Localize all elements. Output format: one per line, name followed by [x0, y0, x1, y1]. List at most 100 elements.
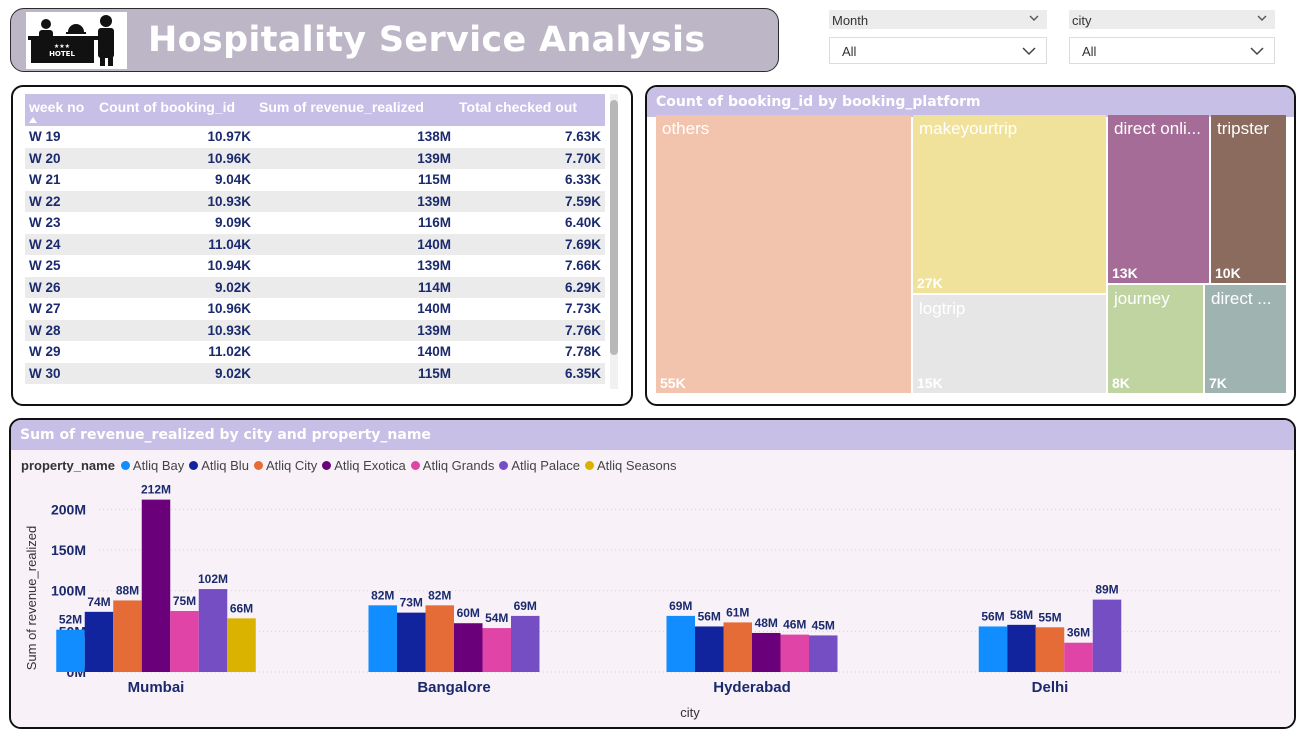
cell-checked-out: 7.76K: [564, 322, 601, 338]
cell-count: 10.94K: [207, 258, 251, 274]
bar: [482, 628, 511, 672]
data-label: 69M: [669, 599, 692, 613]
cell-week: W 27: [29, 301, 61, 317]
cell-week: W 28: [29, 322, 61, 338]
cell-week: W 26: [29, 279, 61, 295]
y-tick-label: 200M: [51, 501, 86, 517]
table-row[interactable]: W 22 10.93K 139M 7.59K: [25, 190, 605, 212]
data-label: 45M: [812, 618, 835, 632]
table-row[interactable]: W 30 9.02K 115M 6.35K: [25, 362, 605, 384]
month-slicer[interactable]: Month All: [829, 10, 1047, 64]
x-axis-label: city: [680, 705, 700, 720]
legend-label: Atliq Bay: [132, 458, 185, 473]
cell-week: W 24: [29, 236, 61, 252]
data-label: 69M: [514, 599, 537, 613]
cell-revenue: 116M: [417, 215, 451, 231]
legend-item[interactable]: Atliq Grands: [410, 458, 494, 473]
data-label: 48M: [755, 616, 778, 630]
chevron-down-icon: [1022, 47, 1036, 56]
legend-swatch: [253, 461, 263, 470]
legend-swatch: [584, 461, 594, 470]
treemap-tile-others[interactable]: others 55K: [656, 115, 911, 393]
city-slicer-label: city: [1072, 13, 1092, 28]
hotel-reception-icon: HOTEL ★★★: [28, 15, 114, 66]
treemap-tile-makeyourtrip[interactable]: makeyourtrip 27K: [913, 115, 1106, 293]
cell-count: 9.04K: [214, 172, 251, 188]
column-header-week-no[interactable]: week no: [25, 94, 95, 126]
cell-revenue: 139M: [417, 258, 451, 274]
table-scrollbar[interactable]: [610, 94, 618, 389]
month-slicer-header[interactable]: Month: [829, 10, 1047, 29]
treemap-tile-value: 27K: [917, 275, 943, 291]
bar: [695, 626, 724, 672]
treemap-tile-value: 15K: [917, 375, 943, 391]
cell-checked-out: 6.29K: [564, 279, 601, 295]
legend-swatch: [120, 461, 130, 470]
cell-revenue: 140M: [417, 344, 451, 360]
table-body: W 19 10.97K 138M 7.63K W 20 10.96K 139M 7.70K …: [25, 126, 605, 384]
table-row[interactable]: W 25 10.94K 139M 7.66K: [25, 255, 605, 277]
treemap-tile-direct-offline[interactable]: direct ... 7K: [1205, 285, 1286, 393]
column-header-checked-out[interactable]: Total checked out: [455, 94, 605, 126]
treemap-tile-value: 8K: [1112, 375, 1130, 391]
month-dropdown-value: All: [842, 44, 857, 59]
bar: [141, 499, 171, 672]
x-tick-label: Delhi: [1032, 679, 1069, 696]
bar: [1092, 599, 1122, 672]
legend-item[interactable]: Atliq Seasons: [584, 458, 676, 473]
table-row[interactable]: W 24 11.04K 140M 7.69K: [25, 233, 605, 255]
treemap-title: Count of booking_id by booking_platform: [647, 87, 1294, 117]
legend-swatch: [499, 461, 509, 470]
column-header-count[interactable]: Count of booking_id: [95, 94, 255, 126]
data-label: 73M: [400, 596, 423, 610]
cell-week: W 21: [29, 172, 61, 188]
bar: [1007, 624, 1036, 672]
table-row[interactable]: W 28 10.93K 139M 7.76K: [25, 319, 605, 341]
legend-label: Atliq Exotica: [334, 458, 406, 473]
x-tick-label: Hyderabad: [713, 679, 791, 696]
data-label: 56M: [981, 609, 1004, 623]
table-scrollbar-thumb[interactable]: [610, 100, 618, 355]
table-row[interactable]: W 29 11.02K 140M 7.78K: [25, 341, 605, 363]
bar: [511, 615, 540, 672]
treemap-tile-journey[interactable]: journey 8K: [1108, 285, 1203, 393]
treemap-tile-direct-online[interactable]: direct onli... 13K: [1108, 115, 1209, 283]
data-label: 55M: [1038, 610, 1061, 624]
treemap-tile-logtrip[interactable]: logtrip 15K: [913, 295, 1106, 393]
table-row[interactable]: W 27 10.96K 140M 7.73K: [25, 298, 605, 320]
table-row[interactable]: W 20 10.96K 139M 7.70K: [25, 147, 605, 169]
data-label: 66M: [230, 601, 253, 615]
x-tick-label: Bangalore: [417, 679, 490, 696]
column-header-revenue[interactable]: Sum of revenue_realized: [255, 94, 455, 126]
legend-item[interactable]: Atliq City: [253, 458, 317, 473]
data-label: 102M: [198, 572, 228, 586]
city-slicer[interactable]: city All: [1069, 10, 1275, 64]
table-row[interactable]: W 19 10.97K 138M 7.63K: [25, 126, 605, 148]
cell-revenue: 140M: [417, 236, 451, 252]
table-row[interactable]: W 21 9.04K 115M 6.33K: [25, 169, 605, 191]
month-dropdown[interactable]: All: [829, 37, 1047, 64]
legend-item[interactable]: Atliq Palace: [499, 458, 580, 473]
cell-revenue: 114M: [417, 279, 451, 295]
legend-item[interactable]: Atliq Exotica: [322, 458, 406, 473]
bar: [978, 626, 1008, 672]
data-label: 52M: [59, 613, 82, 627]
month-slicer-label: Month: [832, 13, 869, 28]
cell-checked-out: 7.70K: [564, 150, 601, 166]
legend-item[interactable]: Atliq Bay: [120, 458, 185, 473]
cell-revenue: 115M: [417, 365, 451, 381]
cell-count: 11.04K: [208, 236, 251, 252]
cell-checked-out: 7.78K: [564, 344, 601, 360]
city-dropdown[interactable]: All: [1069, 37, 1275, 64]
legend-item[interactable]: Atliq Blu: [189, 458, 249, 473]
cell-revenue: 115M: [417, 172, 451, 188]
bar: [723, 622, 752, 672]
treemap-tile-label: others: [662, 119, 710, 138]
treemap-tile-tripster[interactable]: tripster 10K: [1211, 115, 1286, 283]
table-row[interactable]: W 26 9.02K 114M 6.29K: [25, 276, 605, 298]
city-slicer-header[interactable]: city: [1069, 10, 1275, 29]
bar: [397, 612, 426, 672]
page-title: Hospitality Service Analysis: [148, 20, 706, 60]
sort-ascending-icon: [29, 117, 37, 123]
table-row[interactable]: W 23 9.09K 116M 6.40K: [25, 212, 605, 234]
